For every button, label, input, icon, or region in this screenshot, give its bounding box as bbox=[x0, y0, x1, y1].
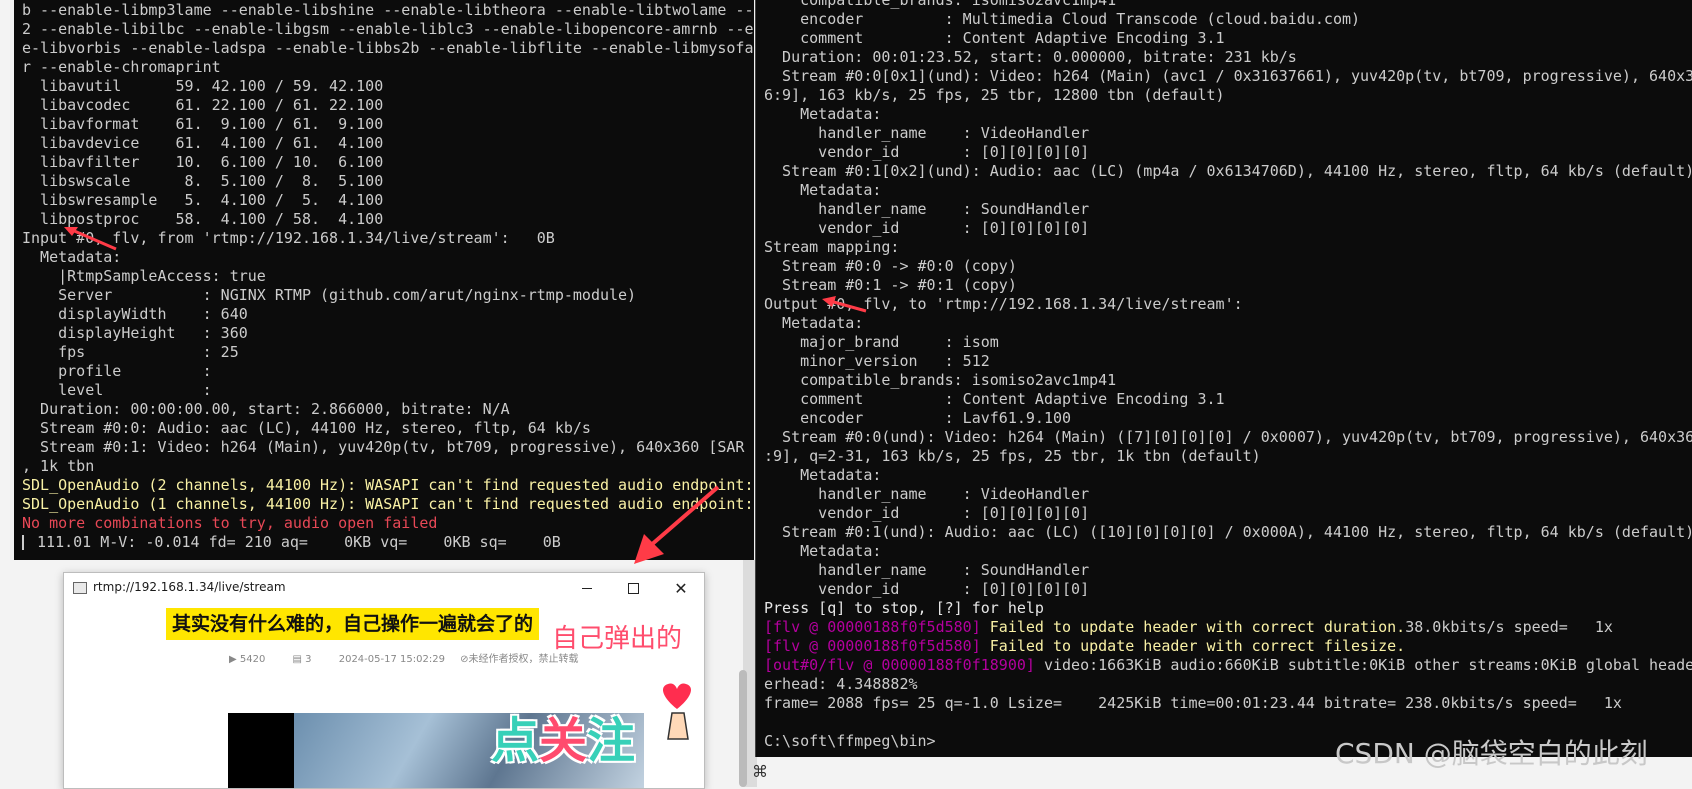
annotation-arrow-popup bbox=[634, 485, 720, 564]
terminal-line: libpostproc 58. 4.100 / 58. 4.100 bbox=[22, 210, 384, 228]
terminal-line: minor_version : 512 bbox=[764, 352, 990, 370]
terminal-line: libavcodec 61. 22.100 / 61. 22.100 bbox=[22, 96, 384, 114]
terminal-line: Stream #0:1 -> #0:1 (copy) bbox=[764, 276, 1017, 294]
terminal-line: b --enable-libmp3lame --enable-libshine … bbox=[22, 1, 754, 19]
terminal-line: Stream #0:1: Video: h264 (Main), yuv420p… bbox=[22, 438, 754, 456]
terminal-line: Stream #0:1[0x2](und): Audio: aac (LC) (… bbox=[764, 162, 1692, 180]
scrollbar[interactable] bbox=[739, 670, 747, 787]
left-terminal-window[interactable]: b --enable-libmp3lame --enable-libshine … bbox=[14, 0, 754, 560]
terminal-line: libswscale 8. 5.100 / 8. 5.100 bbox=[22, 172, 384, 190]
minimize-button[interactable] bbox=[564, 573, 610, 603]
terminal-line: Metadata: bbox=[764, 314, 864, 332]
terminal-line: handler_name : VideoHandler bbox=[764, 124, 1090, 142]
terminal-line: Input #0, flv, from 'rtmp://192.168.1.34… bbox=[22, 229, 555, 247]
ffplay-window[interactable]: rtmp://192.168.1.34/live/stream ✕ 其实没有什么… bbox=[63, 572, 705, 789]
terminal-line: Metadata: bbox=[764, 181, 882, 199]
terminal-line: Metadata: bbox=[764, 105, 882, 123]
maximize-icon bbox=[627, 582, 639, 594]
comments-count: ▤ 3 bbox=[292, 654, 312, 665]
right-terminal-window[interactable]: compatible_brands: isomiso2avc1mp41 enco… bbox=[755, 0, 1692, 757]
terminal-line: |RtmpSampleAccess: true bbox=[22, 267, 266, 285]
follow-sticker: 点关注 bbox=[491, 713, 636, 769]
terminal-line: erhead: 4.348882% bbox=[764, 675, 918, 693]
terminal-line: Duration: 00:01:23.52, start: 0.000000, … bbox=[764, 48, 1297, 66]
annotation-note: 自己弹出的 bbox=[552, 624, 683, 654]
close-icon: ✕ bbox=[674, 578, 688, 598]
terminal-line: libswresample 5. 4.100 / 5. 4.100 bbox=[22, 191, 384, 209]
move-handle-icon[interactable]: ⌘ bbox=[752, 762, 772, 782]
terminal-line: Metadata: bbox=[22, 248, 122, 266]
publish-timestamp: 2024-05-17 15:02:29 bbox=[338, 654, 445, 665]
terminal-line: encoder : Lavf61.9.100 bbox=[764, 409, 1072, 427]
terminal-line: [flv @ 00000188f0f5d580] Failed to updat… bbox=[764, 618, 1613, 636]
terminal-line: fps : 25 bbox=[22, 343, 239, 361]
terminal-line: Stream #0:0 -> #0:0 (copy) bbox=[764, 257, 1017, 275]
terminal-line: libavfilter 10. 6.100 / 10. 6.100 bbox=[22, 153, 384, 171]
video-letterbox bbox=[228, 713, 294, 788]
terminal-line: major_brand : isom bbox=[764, 333, 999, 351]
terminal-line: libavformat 61. 9.100 / 61. 9.100 bbox=[22, 115, 384, 133]
terminal-line: displayHeight : 360 bbox=[22, 324, 248, 342]
terminal-line: level : bbox=[22, 381, 212, 399]
terminal-line: e-libvorbis --enable-ladspa --enable-lib… bbox=[22, 39, 754, 57]
terminal-line: :9], q=2-31, 163 kb/s, 25 fps, 25 tbr, 1… bbox=[764, 447, 1261, 465]
terminal-line: handler_name : VideoHandler bbox=[764, 485, 1090, 503]
terminal-line: [flv @ 00000188f0f5d580] Failed to updat… bbox=[764, 637, 1406, 655]
terminal-line: comment : Content Adaptive Encoding 3.1 bbox=[764, 29, 1225, 47]
terminal-line: 6:9], 163 kb/s, 25 fps, 25 tbr, 12800 tb… bbox=[764, 86, 1225, 104]
player-titlebar[interactable]: rtmp://192.168.1.34/live/stream ✕ bbox=[64, 573, 704, 603]
video-caption: 其实没有什么难的，自己操作一遍就会了的 bbox=[166, 608, 540, 640]
terminal-line: handler_name : SoundHandler bbox=[764, 561, 1090, 579]
player-title: rtmp://192.168.1.34/live/stream bbox=[93, 580, 286, 594]
terminal-line: displayWidth : 640 bbox=[22, 305, 248, 323]
app-icon bbox=[73, 582, 87, 594]
terminal-line: Stream #0:1(und): Audio: aac (LC) ([10][… bbox=[764, 523, 1692, 541]
terminal-line: comment : Content Adaptive Encoding 3.1 bbox=[764, 390, 1225, 408]
terminal-line: , 1k tbn bbox=[22, 457, 95, 475]
minimize-icon bbox=[582, 587, 592, 589]
terminal-line: vendor_id : [0][0][0][0] bbox=[764, 580, 1090, 598]
views-count: ▶ 5420 bbox=[229, 654, 266, 665]
copyright-notice: ⊘未经作者授权，禁止转载 bbox=[460, 654, 579, 665]
terminal-line: Stream #0:0(und): Video: h264 (Main) ([7… bbox=[764, 428, 1692, 446]
terminal-line: libavdevice 61. 4.100 / 61. 4.100 bbox=[22, 134, 384, 152]
terminal-line: Server : NGINX RTMP (github.com/arut/ngi… bbox=[22, 286, 637, 304]
close-button[interactable]: ✕ bbox=[658, 573, 704, 603]
terminal-line: libavutil 59. 42.100 / 59. 42.100 bbox=[22, 77, 384, 95]
terminal-line: Output #0, flv, to 'rtmp://192.168.1.34/… bbox=[764, 295, 1243, 313]
terminal-line: compatible_brands: isomiso2avc1mp41 bbox=[764, 0, 1117, 9]
video-meta-row: ▶ 5420 ▤ 3 2024-05-17 15:02:29 ⊘未经作者授权，禁… bbox=[229, 650, 603, 665]
terminal-line: Press [q] to stop, [?] for help bbox=[764, 599, 1044, 617]
terminal-line: compatible_brands: isomiso2avc1mp41 bbox=[764, 371, 1117, 389]
terminal-line: Stream #0:0[0x1](und): Video: h264 (Main… bbox=[764, 67, 1692, 85]
terminal-line: encoder : Multimedia Cloud Transcode (cl… bbox=[764, 10, 1361, 28]
terminal-line: Stream #0:0: Audio: aac (LC), 44100 Hz, … bbox=[22, 419, 591, 437]
terminal-line: vendor_id : [0][0][0][0] bbox=[764, 143, 1090, 161]
terminal-line: [out#0/flv @ 00000188f0f18900] video:166… bbox=[764, 656, 1692, 674]
maximize-button[interactable] bbox=[610, 573, 656, 603]
terminal-line: r --enable-chromaprint bbox=[22, 58, 221, 76]
terminal-line: Duration: 00:00:00.00, start: 2.866000, … bbox=[22, 400, 510, 418]
terminal-line: profile : bbox=[22, 362, 212, 380]
right-terminal-output: compatible_brands: isomiso2avc1mp41 enco… bbox=[764, 0, 1692, 751]
terminal-line: vendor_id : [0][0][0][0] bbox=[764, 504, 1090, 522]
terminal-line: Stream mapping: bbox=[764, 238, 900, 256]
annotation-arrow-input bbox=[64, 227, 117, 251]
csdn-watermark: CSDN @脑袋空白的此刻 bbox=[1335, 737, 1648, 770]
heart-icon bbox=[662, 683, 692, 740]
terminal-line: handler_name : SoundHandler bbox=[764, 200, 1090, 218]
left-terminal-output: b --enable-libmp3lame --enable-libshine … bbox=[22, 1, 754, 552]
terminal-line: frame= 2088 fps= 25 q=-1.0 Lsize= 2425Ki… bbox=[764, 694, 1622, 712]
cursor-caret bbox=[22, 535, 24, 550]
terminal-line: Metadata: bbox=[764, 542, 882, 560]
terminal-line: 2 --enable-libilbc --enable-libgsm --ena… bbox=[22, 20, 754, 38]
terminal-line: Metadata: bbox=[764, 466, 882, 484]
terminal-line: vendor_id : [0][0][0][0] bbox=[764, 219, 1090, 237]
annotation-arrow-output bbox=[822, 296, 867, 313]
